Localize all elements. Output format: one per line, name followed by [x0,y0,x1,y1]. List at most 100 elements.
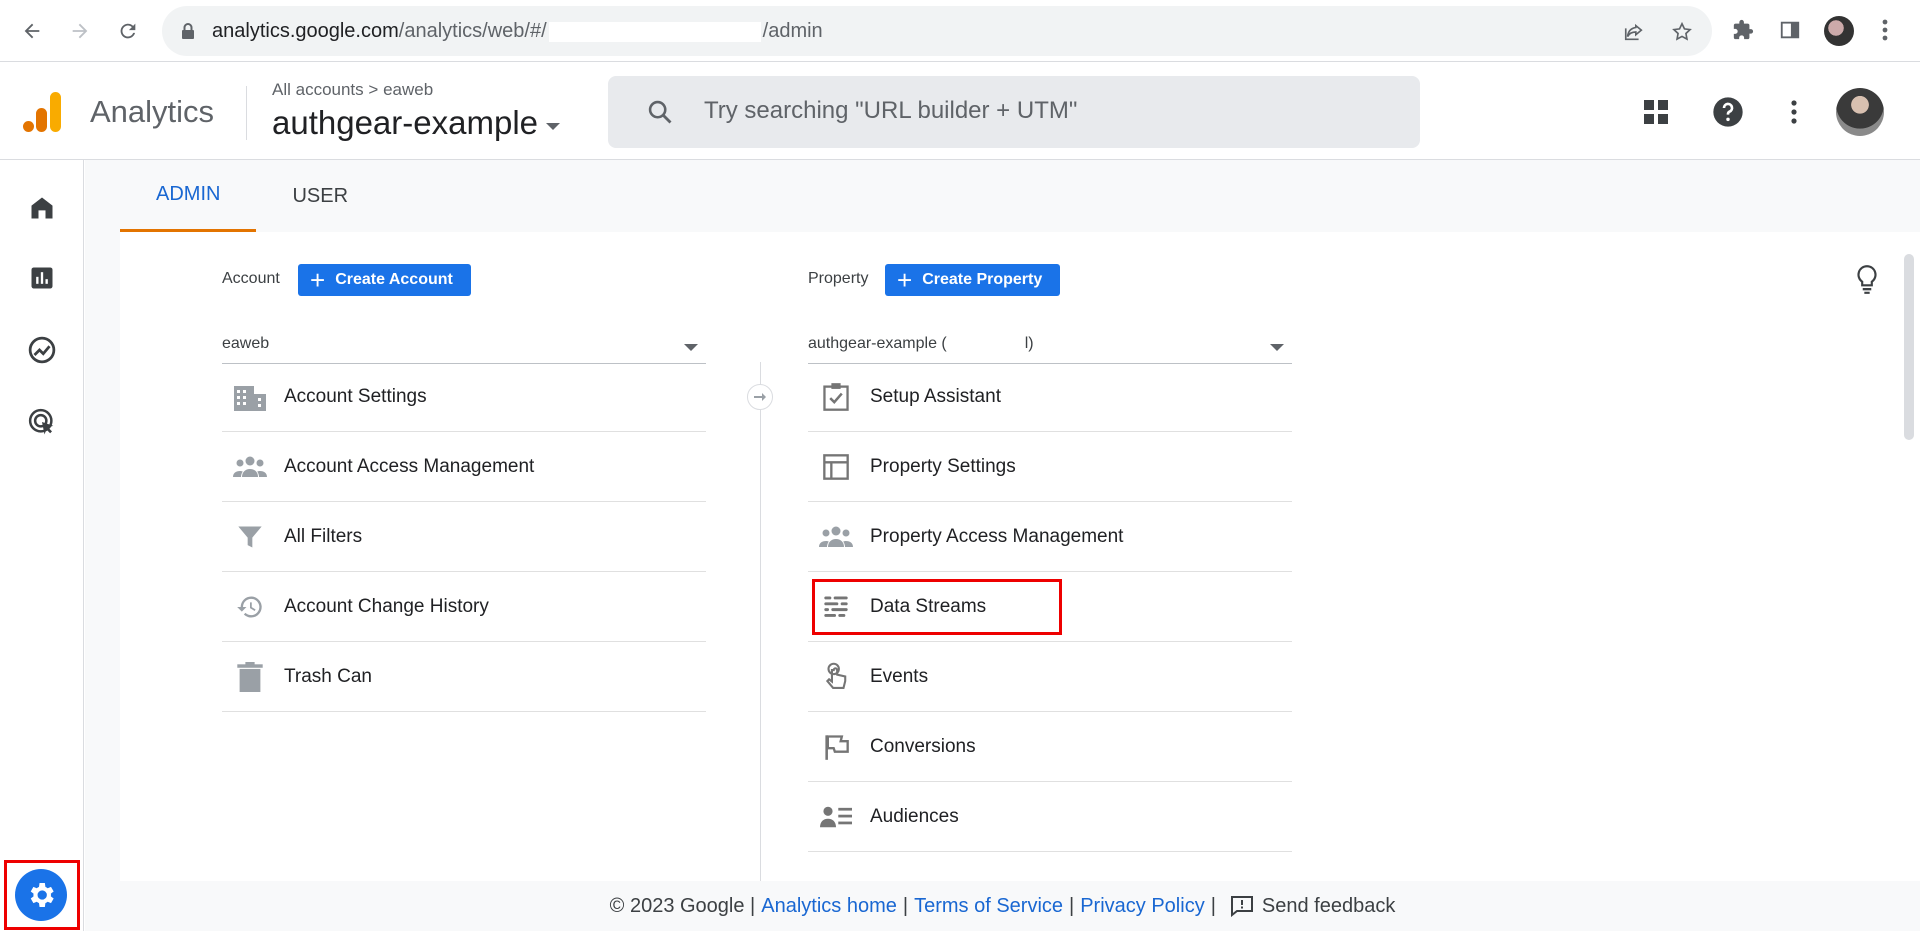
forward-icon[interactable] [62,13,98,49]
gear-icon [30,883,54,907]
property-selector[interactable]: authgear-example (l) [808,324,1292,364]
left-navigation-rail [0,160,84,931]
apps-grid-icon[interactable] [1638,94,1674,130]
account-selector[interactable]: eaweb [222,324,706,364]
footer-separator: | [1069,894,1075,917]
chevron-down-icon [546,122,560,130]
menu-account-change-history[interactable]: Account Change History [222,572,706,642]
menu-all-filters[interactable]: All Filters [222,502,706,572]
extensions-icon[interactable] [1730,17,1756,43]
menu-label: Account Change History [284,595,489,617]
menu-account-settings[interactable]: Account Settings [222,362,706,432]
menu-setup-assistant[interactable]: Setup Assistant [808,362,1292,432]
property-column-label: Property [808,270,869,287]
breadcrumb-all-accounts[interactable]: All accounts [272,80,364,99]
people-icon [818,519,854,555]
browser-toolbar: analytics.google.com/analytics/web/#//ad… [0,0,1920,62]
lightbulb-icon[interactable] [1854,264,1880,301]
building-icon [232,379,268,415]
admin-settings-button[interactable] [15,869,67,921]
breadcrumb-account[interactable]: eaweb [383,80,433,99]
reload-icon[interactable] [110,13,146,49]
admin-tabs: ADMIN USER [120,160,384,232]
menu-conversions[interactable]: Conversions [808,712,1292,782]
menu-label: Property Settings [870,455,1016,477]
breadcrumb[interactable]: All accounts > eaweb [272,80,433,100]
account-avatar[interactable] [1836,88,1884,136]
help-icon[interactable] [1710,94,1746,130]
footer-privacy-link[interactable]: Privacy Policy [1080,895,1204,918]
create-account-label: Create Account [335,271,453,288]
menu-audiences[interactable]: Audiences [808,782,1292,852]
app-name: Analytics [90,94,215,129]
lock-icon [180,22,196,45]
star-icon[interactable] [1670,20,1694,44]
menu-trash-can[interactable]: Trash Can [222,642,706,712]
create-property-button[interactable]: + Create Property [885,264,1061,296]
menu-label: All Filters [284,525,363,547]
menu-label: Audiences [870,805,959,827]
trash-icon [232,659,268,695]
reports-icon[interactable] [24,260,60,296]
menu-label: Account Access Management [284,455,535,477]
search-placeholder: Try searching "URL builder + UTM" [704,97,1078,124]
menu-label: Conversions [870,735,976,757]
footer-copyright: © 2023 Google | [609,894,756,917]
home-icon[interactable] [24,190,60,226]
menu-property-settings[interactable]: Property Settings [808,432,1292,502]
property-selected-suffix: l) [1024,334,1034,352]
account-menu: Account Settings Account Access Manageme… [222,362,706,712]
menu-events[interactable]: Events [808,642,1292,712]
chevron-down-icon [1270,344,1284,351]
search-bar[interactable]: Try searching "URL builder + UTM" [608,76,1420,148]
breadcrumb-separator: > [368,80,379,99]
side-panel-icon[interactable] [1777,17,1803,43]
menu-label: Events [870,665,929,687]
account-selected-value: eaweb [222,334,270,352]
admin-settings-highlight [4,860,80,930]
address-bar[interactable]: analytics.google.com/analytics/web/#//ad… [162,6,1712,56]
analytics-logo[interactable] [22,90,62,134]
admin-panel: Account + Create Account eaweb Account S… [120,232,1920,881]
property-picker[interactable]: authgear-example [272,104,560,142]
plus-icon: + [897,265,913,295]
filter-icon [232,519,268,555]
tab-user[interactable]: USER [256,160,384,232]
menu-label: Setup Assistant [870,385,1001,407]
send-feedback-button[interactable]: Send feedback [1230,895,1395,918]
scrollbar[interactable] [1904,254,1914,440]
audience-icon [818,799,854,835]
footer: © 2023 Google | Analytics home | Terms o… [85,881,1920,931]
footer-analytics-home-link[interactable]: Analytics home [761,895,897,918]
tab-admin[interactable]: ADMIN [120,160,257,232]
search-icon [646,98,674,131]
touch-icon [818,659,854,695]
explore-icon[interactable] [24,332,60,368]
create-account-button[interactable]: + Create Account [298,264,471,296]
menu-label: Account Settings [284,385,427,407]
header-divider [246,86,247,140]
main-content: ADMIN USER Account + Create Account eawe… [85,160,1920,931]
browser-profile-avatar[interactable] [1824,16,1854,46]
url-text: analytics.google.com/analytics/web/#//ad… [212,20,823,42]
more-vert-icon[interactable] [1776,94,1812,130]
people-icon [232,449,268,485]
menu-account-access-management[interactable]: Account Access Management [222,432,706,502]
back-icon[interactable] [14,13,50,49]
app-header: Analytics All accounts > eaweb authgear-… [0,62,1920,160]
menu-dots-icon[interactable] [1872,17,1898,43]
send-feedback-label: Send feedback [1261,894,1396,917]
property-name: authgear-example [272,104,538,141]
history-icon [232,589,268,625]
chevron-down-icon [684,344,698,351]
footer-separator: | [902,894,909,917]
account-column-label: Account [222,270,280,287]
menu-data-streams[interactable]: Data Streams [808,572,1292,642]
plus-icon: + [310,265,326,295]
data-streams-highlight [812,579,1062,635]
advertising-icon[interactable] [24,404,60,440]
share-icon[interactable] [1622,20,1646,44]
column-divider [760,362,761,881]
menu-property-access-management[interactable]: Property Access Management [808,502,1292,572]
footer-terms-link[interactable]: Terms of Service [914,895,1063,918]
